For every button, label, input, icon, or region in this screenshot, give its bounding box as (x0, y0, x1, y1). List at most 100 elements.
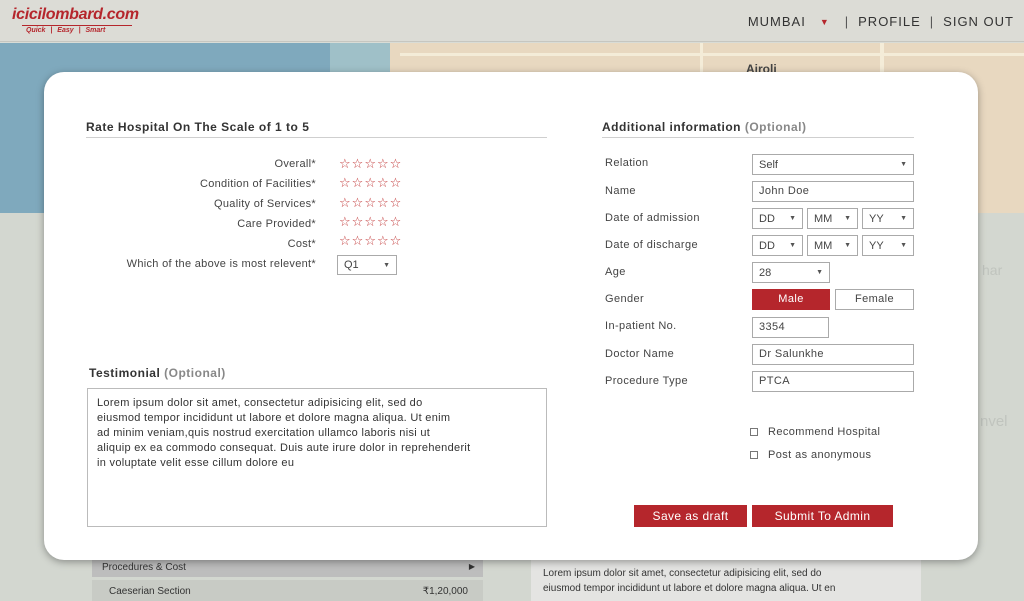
additional-info-title-text: Additional information (602, 120, 741, 134)
star-icon[interactable]: ☆ (364, 196, 376, 210)
divider (86, 137, 547, 138)
relation-select[interactable]: Self ▼ (752, 154, 914, 175)
rating-stars-care: ☆ ☆ ☆ ☆ ☆ (339, 215, 401, 229)
testimonial-textarea[interactable]: Lorem ipsum dolor sit amet, consectetur … (87, 388, 547, 527)
testimonial-title-text: Testimonial (89, 366, 161, 380)
chevron-down-icon: ▼ (844, 215, 851, 222)
background-side-label: nvel (980, 413, 1008, 430)
star-icon[interactable]: ☆ (352, 215, 364, 229)
background-paragraph: Lorem ipsum dolor sit amet, consectetur … (531, 560, 921, 601)
save-draft-button[interactable]: Save as draft (634, 505, 747, 527)
star-icon[interactable]: ☆ (364, 176, 376, 190)
logo-text: icicilombard.com (12, 6, 139, 23)
procedure-row: Caeserian Section ₹1,20,000 (92, 580, 483, 601)
recommend-hospital-checkbox[interactable]: Recommend Hospital (750, 426, 880, 438)
star-icon[interactable]: ☆ (390, 157, 402, 171)
admission-label: Date of admission (605, 212, 700, 224)
post-anonymous-label: Post as anonymous (768, 449, 872, 461)
sign-out-link[interactable]: SIGN OUT (943, 14, 1014, 29)
rating-stars-facilities: ☆ ☆ ☆ ☆ ☆ (339, 176, 401, 190)
procedure-type-label: Procedure Type (605, 375, 689, 387)
star-icon[interactable]: ☆ (352, 176, 364, 190)
rating-label-services: Quality of Services* (214, 198, 316, 210)
inpatient-field[interactable]: 3354 (752, 317, 829, 338)
star-icon[interactable]: ☆ (364, 215, 376, 229)
most-relevant-select[interactable]: Q1 ▼ (337, 255, 397, 275)
discharge-year-value: YY (869, 239, 884, 252)
review-modal: Rate Hospital On The Scale of 1 to 5 Ove… (44, 72, 978, 560)
testimonial-title: Testimonial (Optional) (89, 366, 226, 380)
rating-label-cost: Cost* (287, 238, 316, 250)
city-selector[interactable]: MUMBAI (748, 14, 806, 29)
star-icon[interactable]: ☆ (339, 215, 351, 229)
divider (602, 137, 914, 138)
checkbox-icon[interactable] (750, 428, 758, 436)
map-road (400, 53, 1024, 56)
gender-male-button[interactable]: Male (752, 289, 830, 310)
star-icon[interactable]: ☆ (339, 234, 351, 248)
chevron-down-icon: ▼ (789, 242, 796, 249)
star-icon[interactable]: ☆ (352, 157, 364, 171)
rating-label-overall: Overall* (274, 158, 316, 170)
discharge-month-select[interactable]: MM ▼ (807, 235, 858, 256)
profile-link[interactable]: PROFILE (858, 14, 921, 29)
star-icon[interactable]: ☆ (390, 196, 402, 210)
checkbox-icon[interactable] (750, 451, 758, 459)
discharge-day-value: DD (759, 239, 775, 252)
gender-label: Gender (605, 293, 645, 305)
star-icon[interactable]: ☆ (377, 234, 389, 248)
age-label: Age (605, 266, 626, 278)
star-icon[interactable]: ☆ (377, 196, 389, 210)
star-icon[interactable]: ☆ (364, 234, 376, 248)
procedures-header[interactable]: Procedures & Cost ▶ (92, 558, 483, 577)
discharge-label: Date of discharge (605, 239, 699, 251)
procedure-amount: ₹1,20,000 (422, 586, 468, 597)
optional-tag: (Optional) (164, 366, 226, 380)
star-icon[interactable]: ☆ (339, 176, 351, 190)
brand-logo[interactable]: icicilombard.com Quick | Easy | Smart (12, 6, 142, 34)
star-icon[interactable]: ☆ (377, 176, 389, 190)
star-icon[interactable]: ☆ (364, 157, 376, 171)
star-icon[interactable]: ☆ (352, 234, 364, 248)
rating-stars-overall: ☆ ☆ ☆ ☆ ☆ (339, 157, 401, 171)
doctor-field[interactable]: Dr Salunkhe (752, 344, 914, 365)
chevron-right-icon: ▶ (468, 562, 475, 571)
star-icon[interactable]: ☆ (390, 234, 402, 248)
discharge-year-select[interactable]: YY ▼ (862, 235, 914, 256)
star-icon[interactable]: ☆ (390, 215, 402, 229)
procedure-type-field[interactable]: PTCA (752, 371, 914, 392)
star-icon[interactable]: ☆ (352, 196, 364, 210)
age-select[interactable]: 28 ▼ (752, 262, 830, 283)
procedures-label: Procedures & Cost (102, 562, 186, 573)
chevron-down-icon: ▼ (789, 215, 796, 222)
doctor-label: Doctor Name (605, 348, 675, 360)
inpatient-label: In-patient No. (605, 320, 677, 332)
discharge-day-select[interactable]: DD ▼ (752, 235, 803, 256)
most-relevant-label: Which of the above is most relevent* (126, 258, 316, 270)
additional-info-title: Additional information (Optional) (602, 120, 807, 134)
rating-label-facilities: Condition of Facilities* (199, 178, 316, 190)
relation-label: Relation (605, 157, 649, 169)
name-field[interactable]: John Doe (752, 181, 914, 202)
star-icon[interactable]: ☆ (339, 196, 351, 210)
submit-to-admin-button[interactable]: Submit To Admin (752, 505, 893, 527)
chevron-down-icon: ▼ (900, 161, 907, 168)
star-icon[interactable]: ☆ (339, 157, 351, 171)
discharge-month-value: MM (814, 239, 833, 252)
admission-year-value: YY (869, 212, 884, 225)
admission-day-select[interactable]: DD ▼ (752, 208, 803, 229)
post-anonymous-checkbox[interactable]: Post as anonymous (750, 449, 871, 461)
name-label: Name (605, 185, 636, 197)
top-nav: MUMBAI ▼ | PROFILE | SIGN OUT (748, 14, 1014, 29)
star-icon[interactable]: ☆ (377, 157, 389, 171)
admission-month-select[interactable]: MM ▼ (807, 208, 858, 229)
star-icon[interactable]: ☆ (377, 215, 389, 229)
rating-title: Rate Hospital On The Scale of 1 to 5 (86, 120, 310, 134)
logo-tagline: Quick | Easy | Smart (26, 27, 106, 34)
star-icon[interactable]: ☆ (390, 176, 402, 190)
admission-year-select[interactable]: YY ▼ (862, 208, 914, 229)
chevron-down-icon: ▼ (816, 269, 823, 276)
gender-female-button[interactable]: Female (835, 289, 914, 310)
admission-day-value: DD (759, 212, 775, 225)
chevron-down-icon[interactable]: ▼ (820, 17, 830, 27)
